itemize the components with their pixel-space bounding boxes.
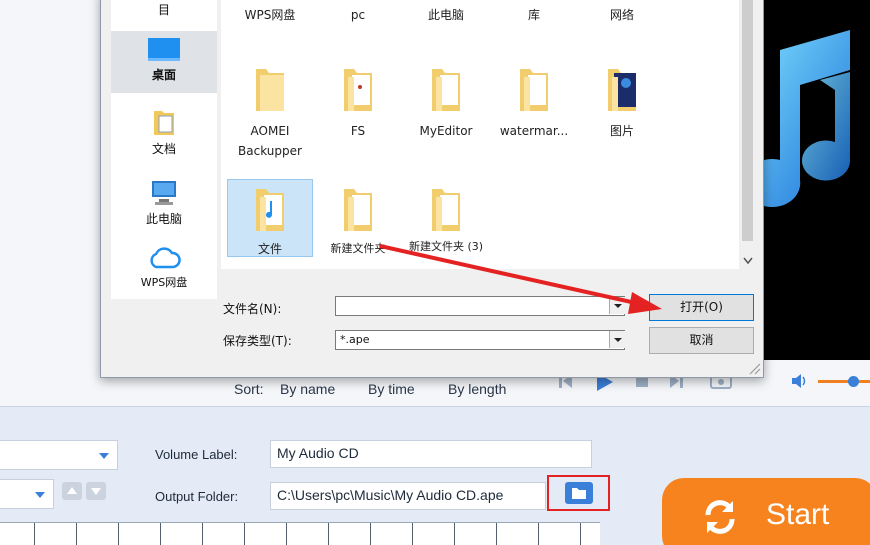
file-item[interactable]: 图片 xyxy=(579,65,665,141)
resize-grip-icon[interactable] xyxy=(747,361,761,375)
cancel-button[interactable]: 取消 xyxy=(649,327,754,354)
start-label: Start xyxy=(766,498,830,531)
arrow-down-icon xyxy=(91,488,101,495)
device-select[interactable] xyxy=(0,479,54,509)
file-label: FS xyxy=(350,124,366,138)
filetype-dropdown[interactable] xyxy=(609,331,625,348)
sort-by-time[interactable]: By time xyxy=(368,381,415,397)
nav-item-label: 桌面 xyxy=(151,68,176,82)
filename-label: 文件名(N): xyxy=(223,302,282,316)
file-item[interactable]: pc xyxy=(315,5,401,25)
nav-item-label: 目 xyxy=(157,3,170,17)
computer-icon xyxy=(152,181,176,205)
move-down-button[interactable] xyxy=(86,482,106,500)
open-button[interactable]: 打开(O) xyxy=(649,294,754,321)
file-item[interactable]: 新建文件夹 xyxy=(315,187,401,259)
file-label: 新建文件夹 xyxy=(330,242,386,255)
file-item-selected[interactable]: 文件 xyxy=(227,187,313,259)
music-folder-icon xyxy=(256,189,284,231)
folder-icon xyxy=(344,189,372,231)
folder-icon xyxy=(432,189,460,231)
file-item[interactable]: 此电脑 xyxy=(403,5,489,25)
volume-label-input[interactable]: My Audio CD xyxy=(270,440,592,468)
pictures-folder-icon xyxy=(608,69,636,111)
filetype-select[interactable]: *.ape xyxy=(335,330,625,350)
nav-item-label: 此电脑 xyxy=(145,212,182,226)
desktop-icon xyxy=(148,38,180,61)
file-item[interactable]: 库 xyxy=(491,5,577,25)
scroll-down-icon[interactable] xyxy=(743,257,753,265)
output-folder-input[interactable]: C:\Users\pc\Music\My Audio CD.ape xyxy=(270,482,546,510)
file-item[interactable]: MyEditor xyxy=(403,65,489,141)
refresh-icon xyxy=(705,500,735,534)
volume-slider[interactable] xyxy=(818,380,870,383)
navigation-pane: 目 桌面 文档 此电脑 WPS网盘 xyxy=(111,0,217,299)
output-folder-caption: Output Folder: xyxy=(155,489,239,504)
file-label: MyEditor xyxy=(419,124,473,138)
file-item[interactable]: 新建文件夹 (3) xyxy=(403,187,489,254)
folder-icon xyxy=(520,69,548,111)
file-item[interactable]: watermar... xyxy=(491,65,577,141)
folder-icon xyxy=(432,69,460,111)
arrow-up-icon xyxy=(67,487,77,494)
file-label: 新建文件夹 (3) xyxy=(408,240,484,253)
folder-icon xyxy=(256,69,284,111)
sort-label: Sort: xyxy=(234,381,264,397)
sort-by-length[interactable]: By length xyxy=(448,381,506,397)
chevron-down-icon xyxy=(35,492,45,498)
nav-item-this-pc[interactable]: 此电脑 xyxy=(111,179,217,227)
filetype-label: 保存类型(T): xyxy=(223,334,292,348)
documents-icon xyxy=(154,111,174,135)
filetype-value: *.ape xyxy=(340,333,370,346)
volume-label-caption: Volume Label: xyxy=(155,447,238,462)
format-select[interactable] xyxy=(0,440,118,470)
track-grid xyxy=(0,522,600,545)
nav-item-label: WPS网盘 xyxy=(140,276,188,289)
folder-icon xyxy=(344,69,372,111)
scrollbar-thumb[interactable] xyxy=(742,0,753,241)
highlight-box xyxy=(547,475,610,511)
file-item[interactable]: WPS网盘 xyxy=(227,5,313,25)
nav-item-wps-cloud[interactable]: WPS网盘 xyxy=(111,245,217,290)
file-item[interactable]: FS xyxy=(315,65,401,141)
nav-item-desktop[interactable]: 桌面 xyxy=(111,37,217,83)
file-label: 此电脑 xyxy=(427,8,464,22)
filename-dropdown[interactable] xyxy=(609,297,625,314)
file-list-scrollbar[interactable] xyxy=(739,0,756,269)
sort-by-name[interactable]: By name xyxy=(280,381,335,397)
file-item[interactable]: AOMEI Backupper xyxy=(227,65,313,161)
file-label: 文件 xyxy=(257,242,282,256)
file-label: 图片 xyxy=(609,124,634,138)
open-file-dialog: 目 桌面 文档 此电脑 WPS网盘 WPS网盘 pc 此电脑 库 网络 AOME… xyxy=(100,0,764,378)
file-label: watermar... xyxy=(499,124,569,138)
nav-item-label: 文档 xyxy=(151,142,176,156)
file-label: AOMEI Backupper xyxy=(238,124,302,158)
start-button[interactable]: Start xyxy=(662,478,870,545)
chevron-down-icon xyxy=(99,453,109,459)
file-label: WPS网盘 xyxy=(244,8,296,22)
file-label: pc xyxy=(350,8,366,22)
move-up-button[interactable] xyxy=(62,482,82,500)
file-label: 库 xyxy=(527,8,540,22)
file-label: 网络 xyxy=(609,8,634,22)
sort-bar: Sort: By name By time By length xyxy=(100,378,540,402)
volume-slider-knob[interactable] xyxy=(848,376,859,387)
cloud-icon xyxy=(150,247,181,269)
file-item[interactable]: 网络 xyxy=(579,5,665,25)
nav-item-top[interactable]: 目 xyxy=(111,1,217,18)
nav-item-documents[interactable]: 文档 xyxy=(111,107,217,157)
volume-icon[interactable] xyxy=(790,372,808,390)
filename-input[interactable] xyxy=(335,296,625,316)
